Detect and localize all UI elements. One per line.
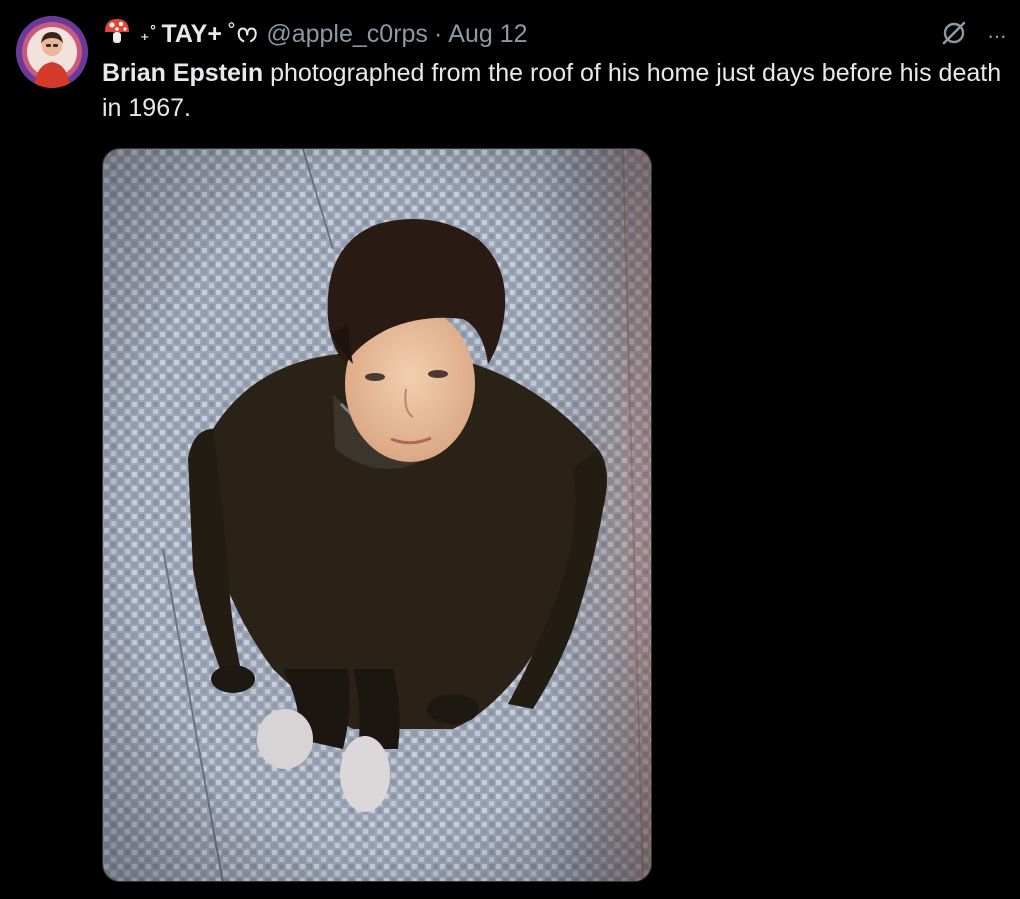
post-date[interactable]: Aug 12	[448, 20, 527, 49]
photo-illustration	[103, 149, 651, 881]
post-header: ₊˚ TAY+ ˚ᰔ @apple_c0rps · Aug 12	[102, 16, 528, 52]
mushroom-icon	[102, 16, 132, 53]
avatar[interactable]	[16, 16, 88, 88]
ribbon-decoration: ˚ᰔ	[227, 20, 259, 48]
post-photo[interactable]	[102, 148, 652, 882]
separator: ·	[433, 19, 443, 48]
post-bold-text: Brian Epstein	[102, 59, 264, 87]
slashed-circle-icon[interactable]	[939, 18, 969, 53]
more-icon[interactable]: ···	[987, 23, 1007, 49]
post-text: Brian Epstein photographed from the roof…	[102, 56, 1007, 126]
display-name-text: TAY+	[161, 19, 222, 48]
post-actions-top: ···	[939, 18, 1007, 53]
tweet: ₊˚ TAY+ ˚ᰔ @apple_c0rps · Aug 12 ··· Bri…	[0, 0, 1020, 899]
handle[interactable]: @apple_c0rps	[266, 20, 428, 49]
sparkle-decoration: ₊˚	[140, 23, 158, 44]
display-name[interactable]: ₊˚ TAY+ ˚ᰔ	[102, 16, 258, 53]
